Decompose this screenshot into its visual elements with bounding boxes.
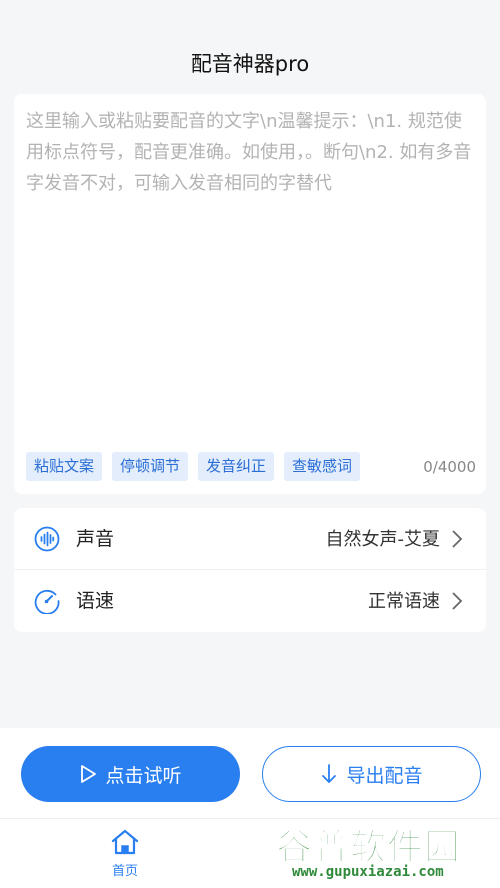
speed-row[interactable]: 语速 正常语速 bbox=[14, 570, 486, 632]
paste-text-button[interactable]: 粘贴文案 bbox=[26, 452, 103, 481]
preview-play-label: 点击试听 bbox=[105, 764, 182, 787]
header: 配音神器pro bbox=[0, 0, 500, 92]
voice-label: 声音 bbox=[76, 528, 115, 550]
pronunciation-fix-button[interactable]: 发音纠正 bbox=[198, 452, 275, 481]
text-editor[interactable]: 这里输入或粘贴要配音的文字\n温馨提示：\n1. 规范使用标点符号，配音更准确。… bbox=[14, 94, 486, 494]
speed-label: 语速 bbox=[76, 590, 115, 612]
page-title: 配音神器pro bbox=[190, 52, 310, 76]
watermark-title: 谷普软件园 bbox=[275, 826, 462, 868]
sound-wave-icon bbox=[34, 526, 60, 552]
home-icon bbox=[111, 829, 139, 855]
speedometer-icon bbox=[34, 589, 60, 614]
watermark-logo: 谷普软件园 www.gupuxiazai.com bbox=[275, 818, 498, 888]
voice-value: 自然女声-艾夏 bbox=[325, 529, 441, 550]
sensitive-words-button[interactable]: 查敏感词 bbox=[284, 452, 361, 481]
preview-play-button[interactable]: 点击试听 bbox=[21, 746, 240, 802]
watermark-url: www.gupuxiazai.com bbox=[292, 864, 444, 880]
char-counter: 0/4000 bbox=[423, 458, 476, 476]
settings-card: 声音 自然女声-艾夏 语速 正常语速 bbox=[14, 508, 486, 632]
arrow-down-icon bbox=[322, 764, 337, 783]
play-icon bbox=[81, 765, 97, 783]
editor-tools: 粘贴文案 停顿调节 发音纠正 查敏感词 bbox=[26, 452, 361, 481]
export-audio-button[interactable]: 导出配音 bbox=[262, 746, 481, 802]
speed-value: 正常语速 bbox=[368, 591, 440, 612]
nav-home-label: 首页 bbox=[111, 864, 138, 879]
voice-row[interactable]: 声音 自然女声-艾夏 bbox=[14, 508, 486, 570]
chevron-right-icon bbox=[452, 530, 463, 548]
editor-placeholder: 这里输入或粘贴要配音的文字\n温馨提示：\n1. 规范使用标点符号，配音更准确。… bbox=[26, 111, 472, 194]
nav-item-home[interactable]: 首页 bbox=[100, 828, 150, 882]
export-audio-label: 导出配音 bbox=[346, 764, 423, 787]
chevron-right-icon bbox=[452, 592, 463, 610]
pause-adjust-button[interactable]: 停顿调节 bbox=[112, 452, 189, 481]
